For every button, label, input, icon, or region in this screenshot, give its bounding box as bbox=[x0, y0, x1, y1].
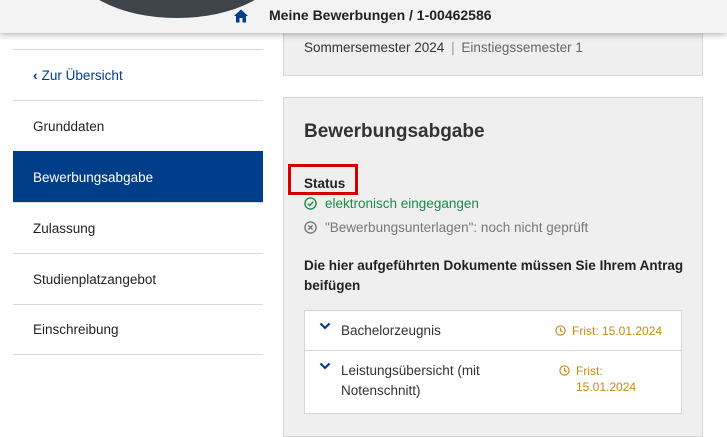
back-link-label: Zur Übersicht bbox=[41, 67, 123, 83]
submission-card: Bewerbungsabgabe Status elektronisch ein… bbox=[283, 97, 703, 437]
status-item-not-checked: "Bewerbungsunterlagen": noch nicht geprü… bbox=[304, 220, 588, 235]
entry-semester: Einstiegssemester 1 bbox=[461, 40, 583, 55]
sidebar-item-bewerbungsabgabe[interactable]: Bewerbungsabgabe bbox=[13, 151, 263, 202]
sidebar-item-label: Bewerbungsabgabe bbox=[33, 169, 154, 185]
semester-separator: | bbox=[451, 40, 455, 55]
page-title: Meine Bewerbungen / 1-00462586 bbox=[269, 7, 492, 23]
document-item[interactable]: Leistungsübersicht (mit Notenschnitt) Fr… bbox=[305, 351, 681, 413]
documents-heading: Die hier aufgeführten Dokumente müssen S… bbox=[304, 258, 684, 293]
sidebar: ‹ Zur Übersicht Grunddaten Bewerbungsabg… bbox=[13, 49, 263, 355]
sidebar-item-label: Studienplatzangebot bbox=[33, 271, 157, 287]
status-item-received: elektronisch eingegangen bbox=[304, 196, 479, 211]
sidebar-item-einschreibung[interactable]: Einschreibung bbox=[13, 304, 263, 355]
home-icon[interactable] bbox=[233, 8, 249, 24]
semester-name: Sommersemester 2024 bbox=[304, 40, 445, 55]
sidebar-item-studienplatzangebot[interactable]: Studienplatzangebot bbox=[13, 253, 263, 304]
x-circle-icon bbox=[304, 221, 317, 234]
sidebar-item-label: Einschreibung bbox=[33, 322, 119, 337]
document-deadline: Frist: 15.01.2024 bbox=[559, 363, 649, 395]
document-item[interactable]: Bachelorzeugnis Frist: 15.01.2024 bbox=[305, 311, 681, 351]
document-name: Bachelorzeugnis bbox=[341, 323, 441, 338]
back-to-overview-link[interactable]: ‹ Zur Übersicht bbox=[13, 49, 263, 100]
status-item-text: elektronisch eingegangen bbox=[325, 196, 479, 211]
status-item-text: "Bewerbungsunterlagen": noch nicht geprü… bbox=[325, 220, 589, 235]
status-label: Status bbox=[304, 176, 346, 191]
documents-list: Bachelorzeugnis Frist: 15.01.2024 Leistu… bbox=[304, 310, 682, 414]
chevron-down-icon[interactable] bbox=[319, 321, 331, 331]
sidebar-item-label: Zulassung bbox=[33, 220, 96, 236]
semester-line: Sommersemester 2024 | Einstiegssemester … bbox=[304, 40, 583, 55]
sidebar-item-label: Grunddaten bbox=[33, 118, 105, 134]
document-name: Leistungsübersicht (mit Notenschnitt) bbox=[341, 363, 480, 398]
clock-icon bbox=[555, 325, 566, 336]
sidebar-item-grunddaten[interactable]: Grunddaten bbox=[13, 100, 263, 151]
deadline-text: Frist: 15.01.2024 bbox=[572, 324, 663, 338]
section-title: Bewerbungsabgabe bbox=[304, 121, 485, 142]
check-circle-icon bbox=[304, 197, 317, 210]
chevron-down-icon[interactable] bbox=[319, 361, 331, 371]
deadline-text: Frist: 15.01.2024 bbox=[576, 364, 637, 394]
chevron-left-icon: ‹ bbox=[33, 67, 38, 83]
document-deadline: Frist: 15.01.2024 bbox=[555, 323, 662, 339]
sidebar-item-zulassung[interactable]: Zulassung bbox=[13, 202, 263, 253]
clock-icon bbox=[559, 365, 570, 376]
